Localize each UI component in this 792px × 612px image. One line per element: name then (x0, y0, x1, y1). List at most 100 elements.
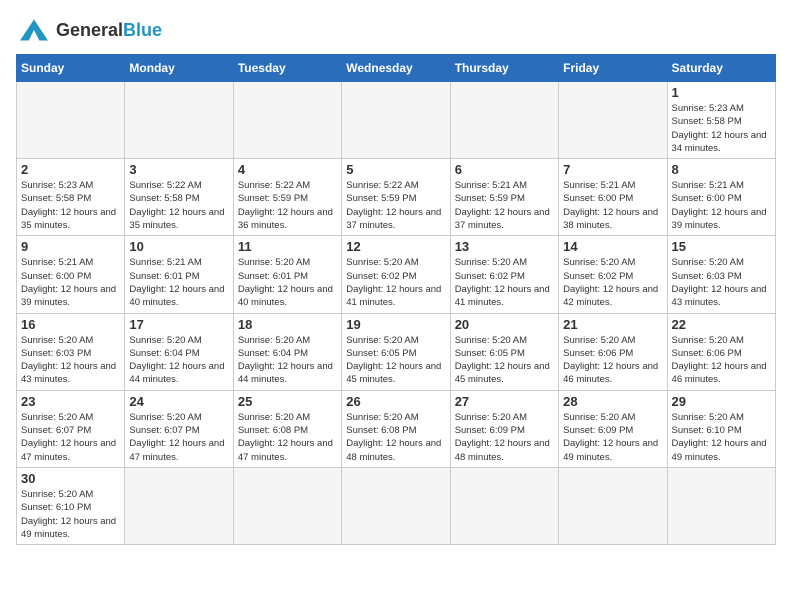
calendar-cell: 13 Sunrise: 5:20 AM Sunset: 6:02 PM Dayli… (450, 236, 558, 313)
calendar-cell: 30 Sunrise: 5:20 AM Sunset: 6:10 PM Dayli… (17, 467, 125, 544)
day-number: 4 (238, 162, 337, 177)
logo: GeneralBlue (16, 16, 162, 44)
day-number: 26 (346, 394, 445, 409)
calendar-cell (125, 467, 233, 544)
calendar-week-5: 30 Sunrise: 5:20 AM Sunset: 6:10 PM Dayli… (17, 467, 776, 544)
calendar-table: SundayMondayTuesdayWednesdayThursdayFrid… (16, 54, 776, 545)
day-number: 14 (563, 239, 662, 254)
day-info: Sunrise: 5:20 AM Sunset: 6:04 PM Dayligh… (129, 334, 228, 387)
calendar-cell: 23 Sunrise: 5:20 AM Sunset: 6:07 PM Dayli… (17, 390, 125, 467)
day-number: 6 (455, 162, 554, 177)
day-number: 28 (563, 394, 662, 409)
calendar-cell: 15 Sunrise: 5:20 AM Sunset: 6:03 PM Dayli… (667, 236, 775, 313)
calendar-cell: 11 Sunrise: 5:20 AM Sunset: 6:01 PM Dayli… (233, 236, 341, 313)
day-info: Sunrise: 5:22 AM Sunset: 5:58 PM Dayligh… (129, 179, 228, 232)
day-info: Sunrise: 5:20 AM Sunset: 6:07 PM Dayligh… (21, 411, 120, 464)
calendar-page: GeneralBlue SundayMondayTuesdayWednesday… (0, 0, 792, 555)
calendar-cell: 17Sunrise: 5:20 AM Sunset: 6:04 PM Dayli… (125, 313, 233, 390)
day-number: 23 (21, 394, 120, 409)
day-info: Sunrise: 5:20 AM Sunset: 6:02 PM Dayligh… (455, 256, 554, 309)
calendar-cell: 12Sunrise: 5:20 AM Sunset: 6:02 PM Dayli… (342, 236, 450, 313)
day-number: 21 (563, 317, 662, 332)
calendar-cell (17, 82, 125, 159)
day-number: 25 (238, 394, 337, 409)
day-info: Sunrise: 5:20 AM Sunset: 6:06 PM Dayligh… (672, 334, 771, 387)
calendar-cell (450, 82, 558, 159)
calendar-cell: 21 Sunrise: 5:20 AM Sunset: 6:06 PM Dayli… (559, 313, 667, 390)
calendar-cell: 9 Sunrise: 5:21 AM Sunset: 6:00 PM Daylig… (17, 236, 125, 313)
calendar-cell (233, 467, 341, 544)
calendar-cell: 3 Sunrise: 5:22 AM Sunset: 5:58 PM Daylig… (125, 159, 233, 236)
calendar-cell: 26 Sunrise: 5:20 AM Sunset: 6:08 PM Dayli… (342, 390, 450, 467)
calendar-cell: 2 Sunrise: 5:23 AM Sunset: 5:58 PM Daylig… (17, 159, 125, 236)
day-info: Sunrise: 5:22 AM Sunset: 5:59 PM Dayligh… (238, 179, 337, 232)
day-info: Sunrise: 5:20 AM Sunset: 6:09 PM Dayligh… (455, 411, 554, 464)
day-info: Sunrise: 5:21 AM Sunset: 5:59 PM Dayligh… (455, 179, 554, 232)
calendar-week-1: 2 Sunrise: 5:23 AM Sunset: 5:58 PM Daylig… (17, 159, 776, 236)
day-info: Sunrise: 5:20 AM Sunset: 6:01 PM Dayligh… (238, 256, 337, 309)
day-info: Sunrise: 5:20 AM Sunset: 6:09 PM Dayligh… (563, 411, 662, 464)
logo-text: GeneralBlue (56, 21, 162, 39)
day-number: 30 (21, 471, 120, 486)
calendar-cell (667, 467, 775, 544)
day-number: 5 (346, 162, 445, 177)
weekday-friday: Friday (559, 55, 667, 82)
weekday-thursday: Thursday (450, 55, 558, 82)
day-number: 18 (238, 317, 337, 332)
day-number: 20 (455, 317, 554, 332)
day-number: 9 (21, 239, 120, 254)
day-info: Sunrise: 5:21 AM Sunset: 6:01 PM Dayligh… (129, 256, 228, 309)
day-info: Sunrise: 5:20 AM Sunset: 6:05 PM Dayligh… (346, 334, 445, 387)
day-number: 8 (672, 162, 771, 177)
calendar-cell (125, 82, 233, 159)
weekday-saturday: Saturday (667, 55, 775, 82)
day-number: 15 (672, 239, 771, 254)
day-info: Sunrise: 5:20 AM Sunset: 6:02 PM Dayligh… (563, 256, 662, 309)
day-number: 12 (346, 239, 445, 254)
day-number: 19 (346, 317, 445, 332)
calendar-cell: 27 Sunrise: 5:20 AM Sunset: 6:09 PM Dayli… (450, 390, 558, 467)
weekday-wednesday: Wednesday (342, 55, 450, 82)
day-number: 1 (672, 85, 771, 100)
calendar-cell: 1 Sunrise: 5:23 AM Sunset: 5:58 PM Daylig… (667, 82, 775, 159)
day-number: 29 (672, 394, 771, 409)
day-info: Sunrise: 5:21 AM Sunset: 6:00 PM Dayligh… (21, 256, 120, 309)
day-info: Sunrise: 5:23 AM Sunset: 5:58 PM Dayligh… (21, 179, 120, 232)
day-number: 10 (129, 239, 228, 254)
calendar-cell (233, 82, 341, 159)
day-info: Sunrise: 5:20 AM Sunset: 6:07 PM Dayligh… (129, 411, 228, 464)
day-number: 22 (672, 317, 771, 332)
calendar-cell (559, 467, 667, 544)
calendar-cell: 10 Sunrise: 5:21 AM Sunset: 6:01 PM Dayli… (125, 236, 233, 313)
calendar-week-0: 1 Sunrise: 5:23 AM Sunset: 5:58 PM Daylig… (17, 82, 776, 159)
calendar-cell (342, 467, 450, 544)
day-number: 27 (455, 394, 554, 409)
calendar-cell: 16Sunrise: 5:20 AM Sunset: 6:03 PM Dayli… (17, 313, 125, 390)
day-info: Sunrise: 5:20 AM Sunset: 6:10 PM Dayligh… (21, 488, 120, 541)
calendar-cell: 24Sunrise: 5:20 AM Sunset: 6:07 PM Dayli… (125, 390, 233, 467)
calendar-cell: 5Sunrise: 5:22 AM Sunset: 5:59 PM Daylig… (342, 159, 450, 236)
day-info: Sunrise: 5:20 AM Sunset: 6:08 PM Dayligh… (346, 411, 445, 464)
calendar-cell: 18Sunrise: 5:20 AM Sunset: 6:04 PM Dayli… (233, 313, 341, 390)
weekday-header-row: SundayMondayTuesdayWednesdayThursdayFrid… (17, 55, 776, 82)
calendar-cell (342, 82, 450, 159)
calendar-cell (559, 82, 667, 159)
calendar-cell: 7Sunrise: 5:21 AM Sunset: 6:00 PM Daylig… (559, 159, 667, 236)
calendar-week-4: 23 Sunrise: 5:20 AM Sunset: 6:07 PM Dayli… (17, 390, 776, 467)
day-number: 7 (563, 162, 662, 177)
calendar-cell: 20 Sunrise: 5:20 AM Sunset: 6:05 PM Dayli… (450, 313, 558, 390)
day-info: Sunrise: 5:20 AM Sunset: 6:03 PM Dayligh… (672, 256, 771, 309)
day-number: 3 (129, 162, 228, 177)
calendar-cell (450, 467, 558, 544)
calendar-cell: 22 Sunrise: 5:20 AM Sunset: 6:06 PM Dayli… (667, 313, 775, 390)
day-number: 11 (238, 239, 337, 254)
header: GeneralBlue (16, 16, 776, 44)
calendar-body: 1 Sunrise: 5:23 AM Sunset: 5:58 PM Daylig… (17, 82, 776, 545)
day-info: Sunrise: 5:20 AM Sunset: 6:06 PM Dayligh… (563, 334, 662, 387)
day-info: Sunrise: 5:20 AM Sunset: 6:05 PM Dayligh… (455, 334, 554, 387)
day-number: 2 (21, 162, 120, 177)
calendar-week-3: 16Sunrise: 5:20 AM Sunset: 6:03 PM Dayli… (17, 313, 776, 390)
day-info: Sunrise: 5:23 AM Sunset: 5:58 PM Dayligh… (672, 102, 771, 155)
day-number: 13 (455, 239, 554, 254)
day-info: Sunrise: 5:20 AM Sunset: 6:10 PM Dayligh… (672, 411, 771, 464)
